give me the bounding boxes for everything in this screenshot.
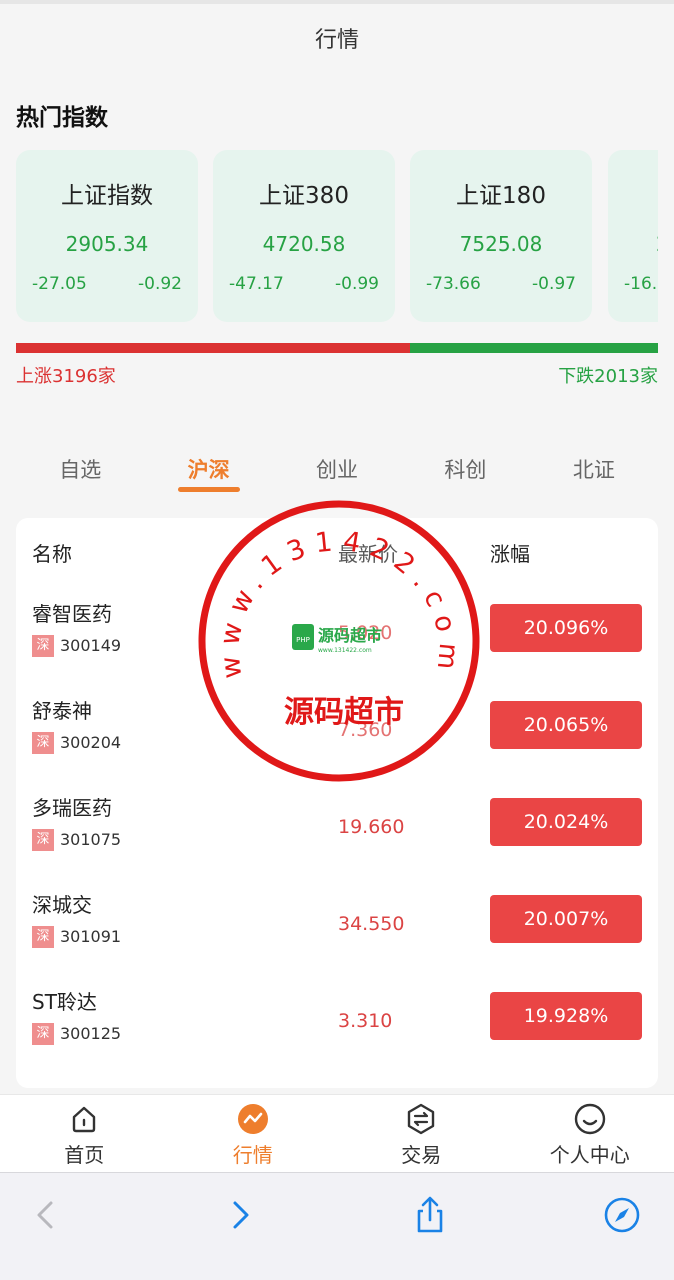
tabbar-label: 首页 [64,1143,105,1167]
page-title: 行情 [314,28,359,53]
index-name: 上证指数 [61,183,153,209]
index-name: 上证380 [259,183,349,209]
stock-code: 301075 [60,830,122,849]
browser-toolbar [0,1172,674,1280]
index-value: 2 [608,232,658,256]
change-percent-button[interactable]: 20.065% [490,701,642,749]
tabbar-market[interactable]: 行情 [169,1095,338,1172]
stock-name: 深城交 [32,893,92,917]
tabbar-home[interactable]: 首页 [0,1095,169,1172]
header-name: 名称 [32,542,72,566]
tab-label: 北证 [572,458,615,482]
stock-name: 舒泰神 [32,699,92,723]
tab-label: 创业 [316,458,359,482]
stock-name: 睿智医药 [32,602,112,626]
market-chart-icon [237,1104,268,1134]
stock-price: 3.310 [338,1010,393,1032]
hot-indices-carousel[interactable]: 上证指数 2905.34 -27.05 -0.92 上证380 4720.58 … [16,150,658,322]
stock-code: 300204 [60,733,122,752]
change-percent-button[interactable]: 20.096% [490,604,642,652]
market-tag: 深 [32,1023,54,1045]
stock-price: 7.360 [338,719,393,741]
tab-label: 科创 [444,458,487,482]
market-breadth-up-fill [16,343,410,353]
back-chevron-icon[interactable] [26,1195,66,1235]
stock-name: ST聆达 [32,990,97,1014]
advancers-count: 上涨3196家 [16,366,116,387]
share-icon[interactable] [410,1195,450,1235]
index-name: 上证180 [456,183,546,209]
top-divider [0,0,674,4]
hot-indices-title: 热门指数 [16,105,108,131]
stock-row[interactable]: ST聆达 深 300125 3.310 19.928% [16,986,658,1083]
tab-label: 沪深 [187,458,230,482]
stock-row[interactable]: 睿智医药 深 300149 5.020 20.096% [16,598,658,695]
compass-icon[interactable] [602,1195,642,1235]
change-percent-button[interactable]: 20.024% [490,798,642,846]
stock-name: 多瑞医药 [32,796,112,820]
market-tag: 深 [32,926,54,948]
tabbar-label: 交易 [401,1143,442,1167]
tab-sh-sz[interactable]: 沪深 [144,440,272,496]
change-percent-button[interactable]: 19.928% [490,992,642,1040]
tabbar-trade[interactable]: 交易 [337,1095,506,1172]
index-card-sh180[interactable]: 上证180 7525.08 -73.66 -0.97 [410,150,592,322]
stock-row[interactable]: 深城交 深 301091 34.550 20.007% [16,889,658,986]
active-tab-indicator [177,487,240,492]
stock-price: 19.660 [338,816,405,838]
tabbar-profile[interactable]: 个人中心 [506,1095,674,1172]
stock-row[interactable]: 多瑞医药 深 301075 19.660 20.024% [16,792,658,889]
stock-code: 301091 [60,927,122,946]
stock-list-panel: 名称 最新价 涨幅 睿智医药 深 300149 5.020 20.096% 舒泰… [16,518,658,1088]
index-value: 7525.08 [459,232,543,256]
index-percent: -0.99 [335,274,379,294]
forward-chevron-icon[interactable] [220,1195,260,1235]
index-value: 4720.58 [262,232,346,256]
tab-label: 自选 [59,458,102,482]
change-percent-button[interactable]: 20.007% [490,895,642,943]
market-tabs: 自选 沪深 创业 科创 北证 [16,440,658,496]
stock-price: 5.020 [338,622,393,644]
tabbar-label: 个人中心 [549,1143,630,1167]
tab-beijing[interactable]: 北证 [530,440,658,496]
tab-star-market[interactable]: 科创 [401,440,529,496]
header-price[interactable]: 最新价 [338,538,398,567]
smile-user-icon [574,1103,605,1135]
market-breadth-bar [16,343,658,353]
tab-watchlist[interactable]: 自选 [16,440,144,496]
index-change: -73.66 [426,274,481,294]
stock-row[interactable]: 舒泰神 深 300204 7.360 20.065% [16,695,658,792]
index-percent: -0.97 [532,274,576,294]
stock-code: 300125 [60,1024,122,1043]
index-change: -47.17 [229,274,284,294]
decliners-count: 下跌2013家 [558,366,658,387]
index-card-sh-composite[interactable]: 上证指数 2905.34 -27.05 -0.92 [16,150,198,322]
exchange-icon [408,1103,435,1135]
tab-chinext[interactable]: 创业 [273,440,401,496]
index-percent: -0.92 [138,274,182,294]
index-value: 2905.34 [65,232,149,256]
index-card-sh380[interactable]: 上证380 4720.58 -47.17 -0.99 [213,150,395,322]
home-icon [73,1106,96,1133]
stock-price: 34.550 [338,913,405,935]
index-card-partial[interactable]: 2 -16. [608,150,658,322]
market-tag: 深 [32,732,54,754]
tabbar-label: 行情 [232,1143,273,1167]
index-change: -16. [624,274,658,294]
index-change: -27.05 [32,274,87,294]
bottom-tabbar: 首页 行情 交易 个人中心 [0,1094,674,1172]
market-tag: 深 [32,829,54,851]
header-change[interactable]: 涨幅 [490,538,530,567]
stock-code: 300149 [60,636,122,655]
market-tag: 深 [32,635,54,657]
